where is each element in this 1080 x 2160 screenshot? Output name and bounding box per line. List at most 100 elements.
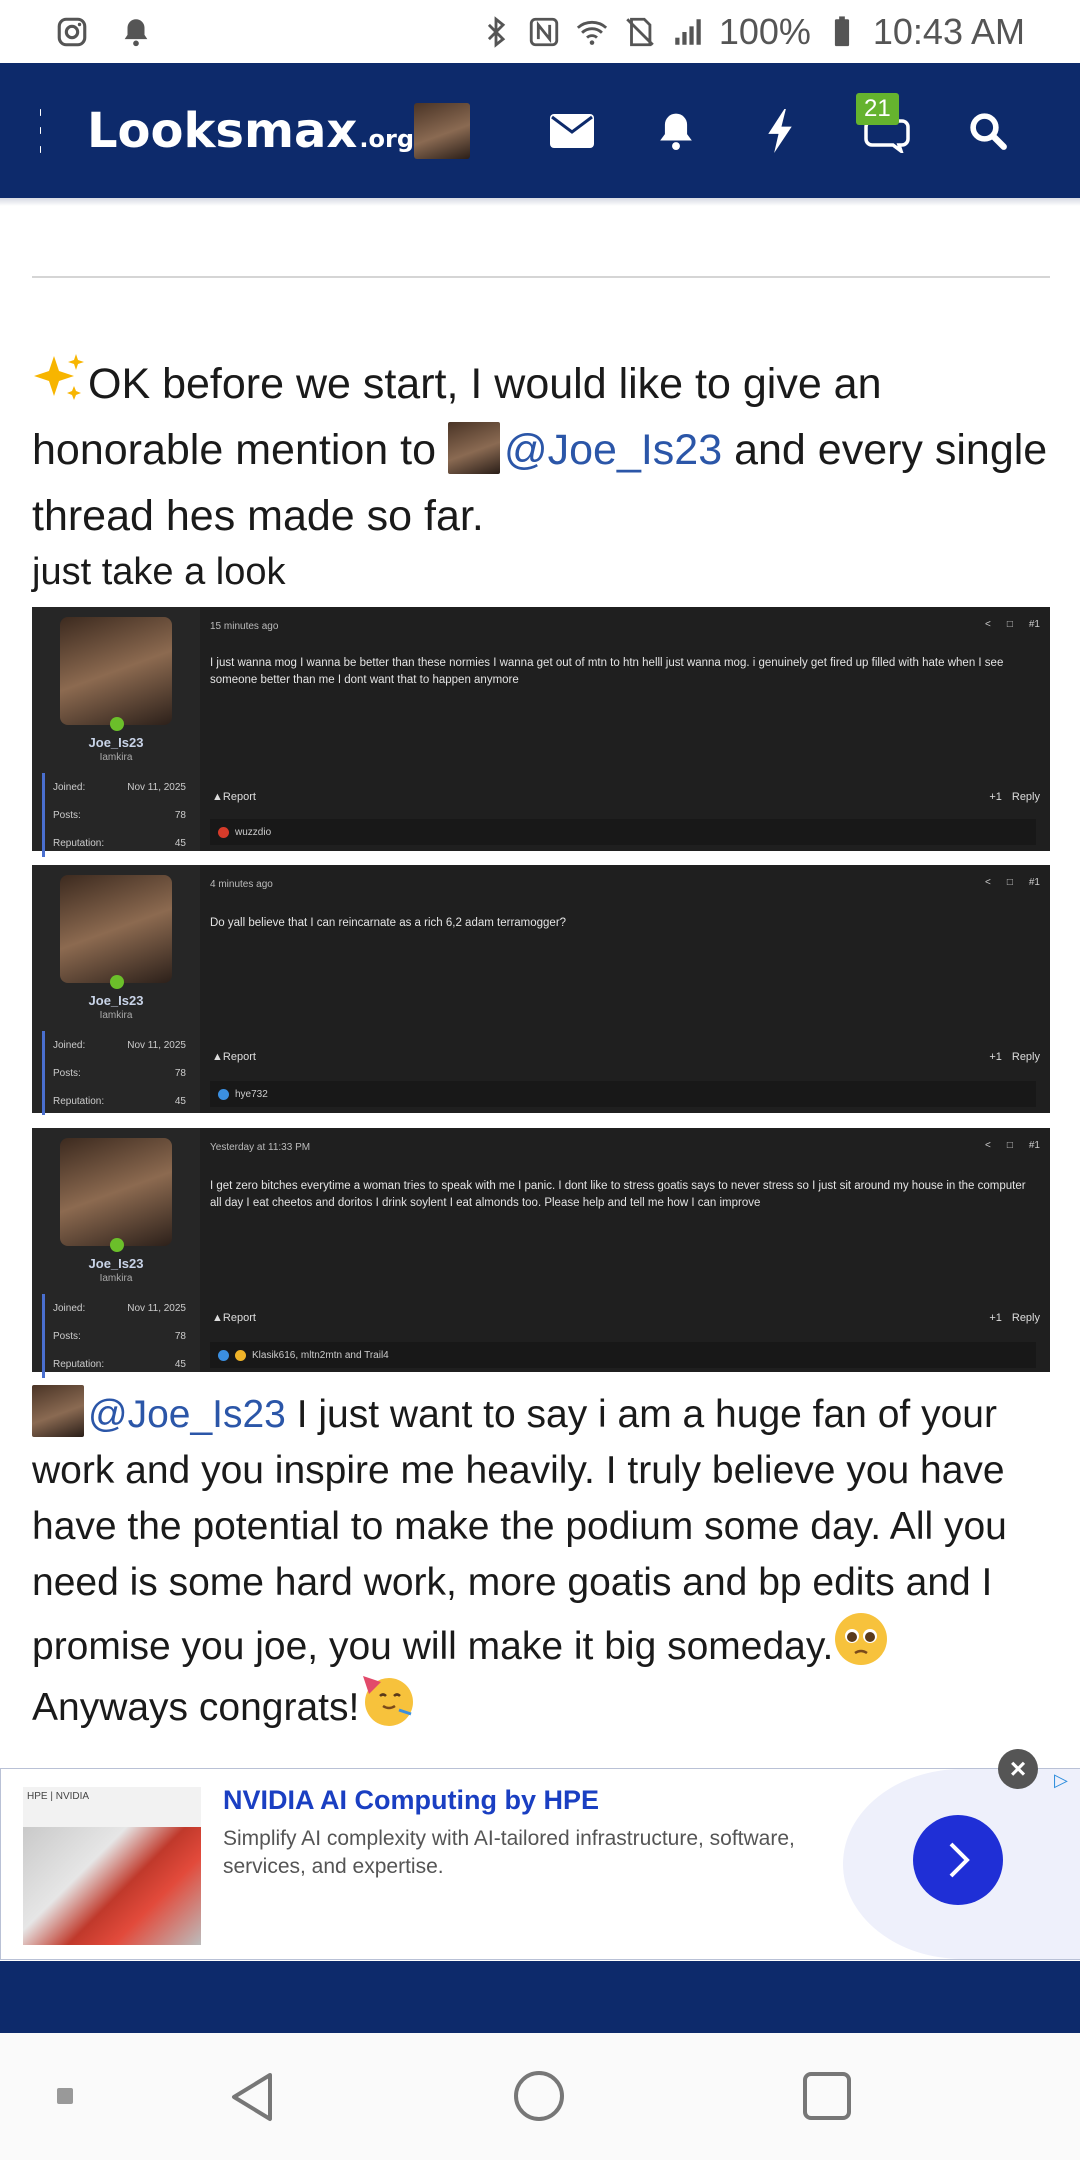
post-body: I just wanna mog I wanna be better than … bbox=[210, 657, 1004, 686]
like-count: +1 bbox=[989, 1051, 1002, 1063]
ad-title[interactable]: NVIDIA AI Computing by HPE bbox=[223, 1785, 599, 1816]
username: Joe_Is23 bbox=[88, 735, 144, 750]
mention-avatar bbox=[32, 1385, 84, 1437]
back-icon[interactable] bbox=[228, 2071, 276, 2123]
signal-icon bbox=[675, 18, 701, 45]
report-link: ▲Report bbox=[212, 1312, 256, 1324]
site-header: Looksmax .org 21 bbox=[0, 63, 1080, 198]
ad-close-button[interactable]: × bbox=[998, 1749, 1038, 1789]
reactions-bar: wuzzdio bbox=[210, 819, 1036, 845]
site-logo[interactable]: Looksmax .org bbox=[87, 103, 414, 159]
laugh-reaction-icon bbox=[235, 1349, 246, 1361]
site-footer-band bbox=[0, 1961, 1080, 2033]
clock: 10:43 AM bbox=[872, 10, 1025, 52]
user-title: Iamkira bbox=[99, 1273, 133, 1284]
android-navigation-bar bbox=[0, 2033, 1080, 2160]
user-mention[interactable]: @Joe_Is23 bbox=[88, 1393, 286, 1436]
post-tools: < □ #1 bbox=[985, 619, 1040, 630]
mention-avatar bbox=[447, 422, 500, 474]
sparkles-emoji-icon bbox=[34, 354, 84, 400]
post-intro: OK before we start, I would like to give… bbox=[32, 350, 1050, 549]
party-face-emoji-icon bbox=[363, 1676, 414, 1726]
post-divider bbox=[32, 276, 1050, 278]
post-number: #1 bbox=[1028, 877, 1040, 888]
post-actions: +1 Reply bbox=[989, 791, 1040, 803]
bookmark-icon: □ bbox=[1006, 1140, 1013, 1151]
share-icon: < bbox=[984, 1140, 991, 1151]
embedded-screenshot: Joe_Is23 Iamkira Joined: Nov 11, 2025 Pos… bbox=[32, 865, 1050, 1115]
online-indicator bbox=[110, 1238, 124, 1252]
post-time: 4 minutes ago bbox=[210, 879, 273, 890]
status-bar: 100% 10:43 AM bbox=[0, 0, 1080, 63]
post-actions: +1 Reply bbox=[989, 1312, 1040, 1324]
chevron-right-icon bbox=[949, 1842, 970, 1878]
conversations-badge: 21 bbox=[856, 92, 899, 125]
username: Joe_Is23 bbox=[88, 993, 144, 1008]
post-tools: < □ #1 bbox=[985, 877, 1040, 888]
home-icon[interactable] bbox=[512, 2069, 566, 2123]
ad-open-button[interactable] bbox=[913, 1815, 1003, 1905]
embedded-screenshot: Joe_Is23 Iamkira Joined: Nov 11, 2025 Pos… bbox=[32, 607, 1050, 857]
username: Joe_Is23 bbox=[88, 1256, 144, 1271]
user-title: Iamkira bbox=[99, 1010, 133, 1021]
share-icon: < bbox=[984, 619, 991, 630]
conversations-button[interactable]: 21 bbox=[832, 91, 936, 171]
user-stats: Joined: Nov 11, 2025 Posts: 78 Reputation:… bbox=[42, 773, 192, 857]
post-time: 15 minutes ago bbox=[210, 621, 279, 632]
user-mention[interactable]: @Joe_Is23 bbox=[504, 426, 722, 474]
battery-percent: 100% bbox=[718, 10, 811, 52]
user-avatar bbox=[60, 1138, 172, 1246]
reactions-bar: Klasik616, mltn2mtn and Trail4 bbox=[210, 1342, 1036, 1368]
post-time: Yesterday at 11:33 PM bbox=[210, 1142, 311, 1153]
post-tools: < □ #1 bbox=[985, 1140, 1040, 1151]
angry-reaction-icon bbox=[218, 826, 229, 838]
post-actions: +1 Reply bbox=[989, 1051, 1040, 1063]
lightning-icon bbox=[768, 108, 792, 153]
like-count: +1 bbox=[989, 1312, 1002, 1324]
ad-photo bbox=[23, 1827, 201, 1945]
ad-brand-logos: HPE | NVIDIA bbox=[27, 1791, 90, 1802]
post-subline: just take a look bbox=[32, 551, 286, 593]
report-link: ▲Report bbox=[212, 791, 256, 803]
ad-description: Simplify AI complexity with AI-tailored … bbox=[223, 1827, 795, 1878]
user-avatar bbox=[60, 617, 172, 725]
adchoices-icon[interactable]: ▷ bbox=[1054, 1770, 1068, 1791]
envelope-icon bbox=[550, 113, 594, 148]
recents-icon[interactable] bbox=[802, 2071, 852, 2121]
header-shadow bbox=[0, 198, 1080, 206]
alerts-button[interactable] bbox=[624, 91, 728, 171]
instagram-icon bbox=[57, 17, 87, 46]
like-count: +1 bbox=[989, 791, 1002, 803]
report-link: ▲Report bbox=[212, 1051, 256, 1063]
post-closing: @Joe_Is23 I just want to say i am a huge… bbox=[32, 1385, 1050, 1675]
user-stats: Joined: Nov 11, 2025 Posts: 78 Reputation:… bbox=[42, 1294, 192, 1378]
post-body: Do yall believe that I can reincarnate a… bbox=[210, 917, 567, 929]
post-number: #1 bbox=[1028, 1140, 1040, 1151]
online-indicator bbox=[110, 975, 124, 989]
whats-new-button[interactable] bbox=[728, 91, 832, 171]
battery-icon bbox=[834, 15, 849, 46]
user-stats: Joined: Nov 11, 2025 Posts: 78 Reputation:… bbox=[42, 1031, 192, 1115]
post-body: I get zero bitches everytime a woman tri… bbox=[210, 1180, 1026, 1209]
like-reaction-icon bbox=[218, 1088, 229, 1100]
user-title: Iamkira bbox=[99, 752, 133, 763]
menu-icon[interactable] bbox=[40, 108, 41, 153]
like-reaction-icon bbox=[218, 1349, 229, 1361]
online-indicator bbox=[110, 717, 124, 731]
ad-banner[interactable]: HPE | NVIDIA NVIDIA AI Computing by HPE … bbox=[0, 1768, 1080, 1960]
wifi-icon bbox=[576, 20, 607, 45]
no-sim-icon bbox=[626, 17, 654, 46]
account-avatar[interactable] bbox=[414, 102, 470, 159]
post-congrats: Anyways congrats! bbox=[32, 1672, 1050, 1736]
pleading-face-emoji-icon bbox=[835, 1613, 888, 1665]
logo-text: Looksmax bbox=[86, 102, 358, 159]
bluetooth-icon bbox=[487, 15, 506, 48]
reply-link: Reply bbox=[1011, 791, 1040, 803]
logo-domain: .org bbox=[359, 124, 414, 153]
search-icon bbox=[970, 112, 1007, 150]
congrats-text: Anyways congrats! bbox=[32, 1686, 360, 1729]
search-button[interactable] bbox=[936, 91, 1040, 171]
embedded-screenshot: Joe_Is23 Iamkira Joined: Nov 11, 2025 Pos… bbox=[32, 1128, 1050, 1378]
inbox-button[interactable] bbox=[520, 91, 624, 171]
bookmark-icon: □ bbox=[1006, 877, 1013, 888]
